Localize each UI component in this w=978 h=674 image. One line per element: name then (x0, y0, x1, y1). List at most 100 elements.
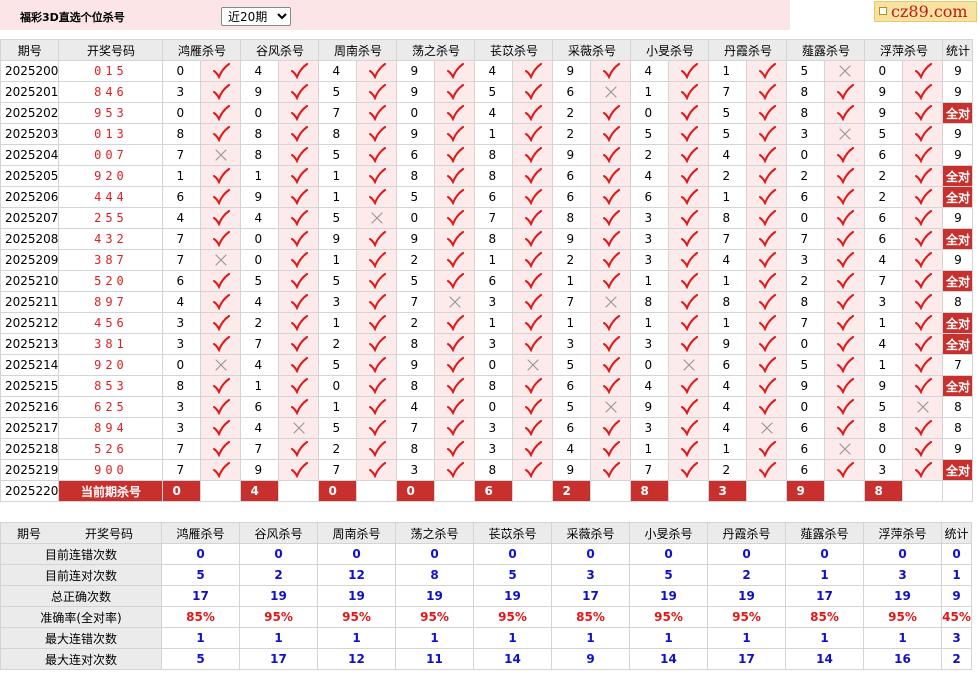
table-row: 2025207 255 4 4 5 0 7 8 3 8 0 6 9 (0, 207, 974, 229)
kill-number: 8 (786, 102, 826, 124)
period-cell: 2025219 (0, 459, 60, 481)
check-icon (758, 357, 776, 373)
mark-cell (590, 312, 632, 334)
kill-number: 2 (396, 312, 436, 334)
kill-number: 2 (630, 144, 670, 166)
kill-number: 1 (318, 186, 358, 208)
check-icon (368, 126, 386, 142)
mark-cell (668, 375, 710, 397)
mark-cell (512, 186, 554, 208)
check-icon (524, 294, 542, 310)
check-icon (602, 462, 620, 478)
check-icon (758, 378, 776, 394)
check-icon (524, 126, 542, 142)
kill-number: 8 (474, 144, 514, 166)
mark-cell (590, 144, 632, 166)
kill-number: 8 (474, 375, 514, 397)
check-icon (212, 315, 230, 331)
kill-number: 5 (474, 81, 514, 103)
kill-number: 5 (864, 396, 904, 418)
check-icon (914, 168, 932, 184)
check-icon (914, 357, 932, 373)
check-icon (602, 63, 620, 79)
period-cell: 2025212 (0, 312, 60, 334)
check-icon (680, 441, 698, 457)
kill-number: 5 (318, 207, 358, 229)
mark-cell (512, 354, 554, 376)
summary-value: 17 (707, 648, 786, 670)
cross-icon (839, 128, 851, 140)
summary-value: 14 (785, 648, 864, 670)
check-icon (290, 210, 308, 226)
check-icon (368, 189, 386, 205)
current-kill-number: 2 (552, 480, 592, 502)
mark-cell (356, 165, 398, 187)
check-icon (680, 273, 698, 289)
check-icon (602, 231, 620, 247)
kill-number: 1 (864, 312, 904, 334)
mark-cell (278, 417, 320, 439)
check-icon (602, 357, 620, 373)
check-icon (602, 273, 620, 289)
kill-number: 8 (396, 438, 436, 460)
kill-number: 4 (708, 417, 748, 439)
kill-number: 4 (864, 249, 904, 271)
mark-cell (512, 396, 554, 418)
kill-number: 2 (240, 312, 280, 334)
mark-cell (434, 144, 476, 166)
mark-cell (434, 123, 476, 145)
period-cell: 2025208 (0, 228, 60, 250)
site-logo[interactable]: cz89.com (874, 1, 977, 22)
kill-number: 7 (240, 438, 280, 460)
check-icon (524, 462, 542, 478)
kill-number: 3 (318, 291, 358, 313)
period-select[interactable]: 近20期 (221, 7, 291, 26)
header-stat: 统计 (942, 39, 974, 61)
mark-cell (200, 417, 242, 439)
kill-number: 9 (396, 81, 436, 103)
check-icon (290, 336, 308, 352)
check-icon (836, 231, 854, 247)
stat-cell: 9 (942, 123, 974, 145)
summary-value: 12 (317, 564, 396, 586)
period-cell: 2025201 (0, 81, 60, 103)
summary-value: 0 (707, 543, 786, 565)
check-icon (368, 147, 386, 163)
check-icon (524, 210, 542, 226)
check-icon (680, 189, 698, 205)
mark-cell (590, 459, 632, 481)
mark-cell (902, 291, 944, 313)
stat-cell: 全对 (942, 186, 974, 208)
check-icon (680, 252, 698, 268)
mark-cell (590, 291, 632, 313)
header-killer: 苌苡杀号 (473, 522, 552, 544)
kill-number: 7 (162, 438, 202, 460)
check-icon (602, 252, 620, 268)
check-icon (368, 168, 386, 184)
check-icon (914, 252, 932, 268)
kill-number: 3 (162, 396, 202, 418)
kill-number: 3 (162, 312, 202, 334)
mark-cell (902, 60, 944, 82)
stat-cell: 8 (942, 291, 974, 313)
check-icon (446, 378, 464, 394)
mark-cell (590, 249, 632, 271)
period-cell: 2025210 (0, 270, 60, 292)
check-icon (602, 420, 620, 436)
kill-number: 2 (708, 459, 748, 481)
kill-number: 4 (396, 396, 436, 418)
draw-number: 846 (58, 81, 164, 103)
mark-cell (356, 417, 398, 439)
mark-cell (668, 459, 710, 481)
summary-value: 19 (239, 585, 318, 607)
mark-cell (278, 354, 320, 376)
kill-number: 8 (162, 123, 202, 145)
kill-number: 3 (474, 291, 514, 313)
kill-number: 2 (786, 165, 826, 187)
summary-label: 最大连错次数 (0, 627, 162, 649)
current-kill-number: 0 (318, 480, 358, 502)
header-killer: 鸿雁杀号 (161, 522, 240, 544)
mark-cell (590, 165, 632, 187)
check-icon (212, 105, 230, 121)
kill-number: 3 (630, 417, 670, 439)
